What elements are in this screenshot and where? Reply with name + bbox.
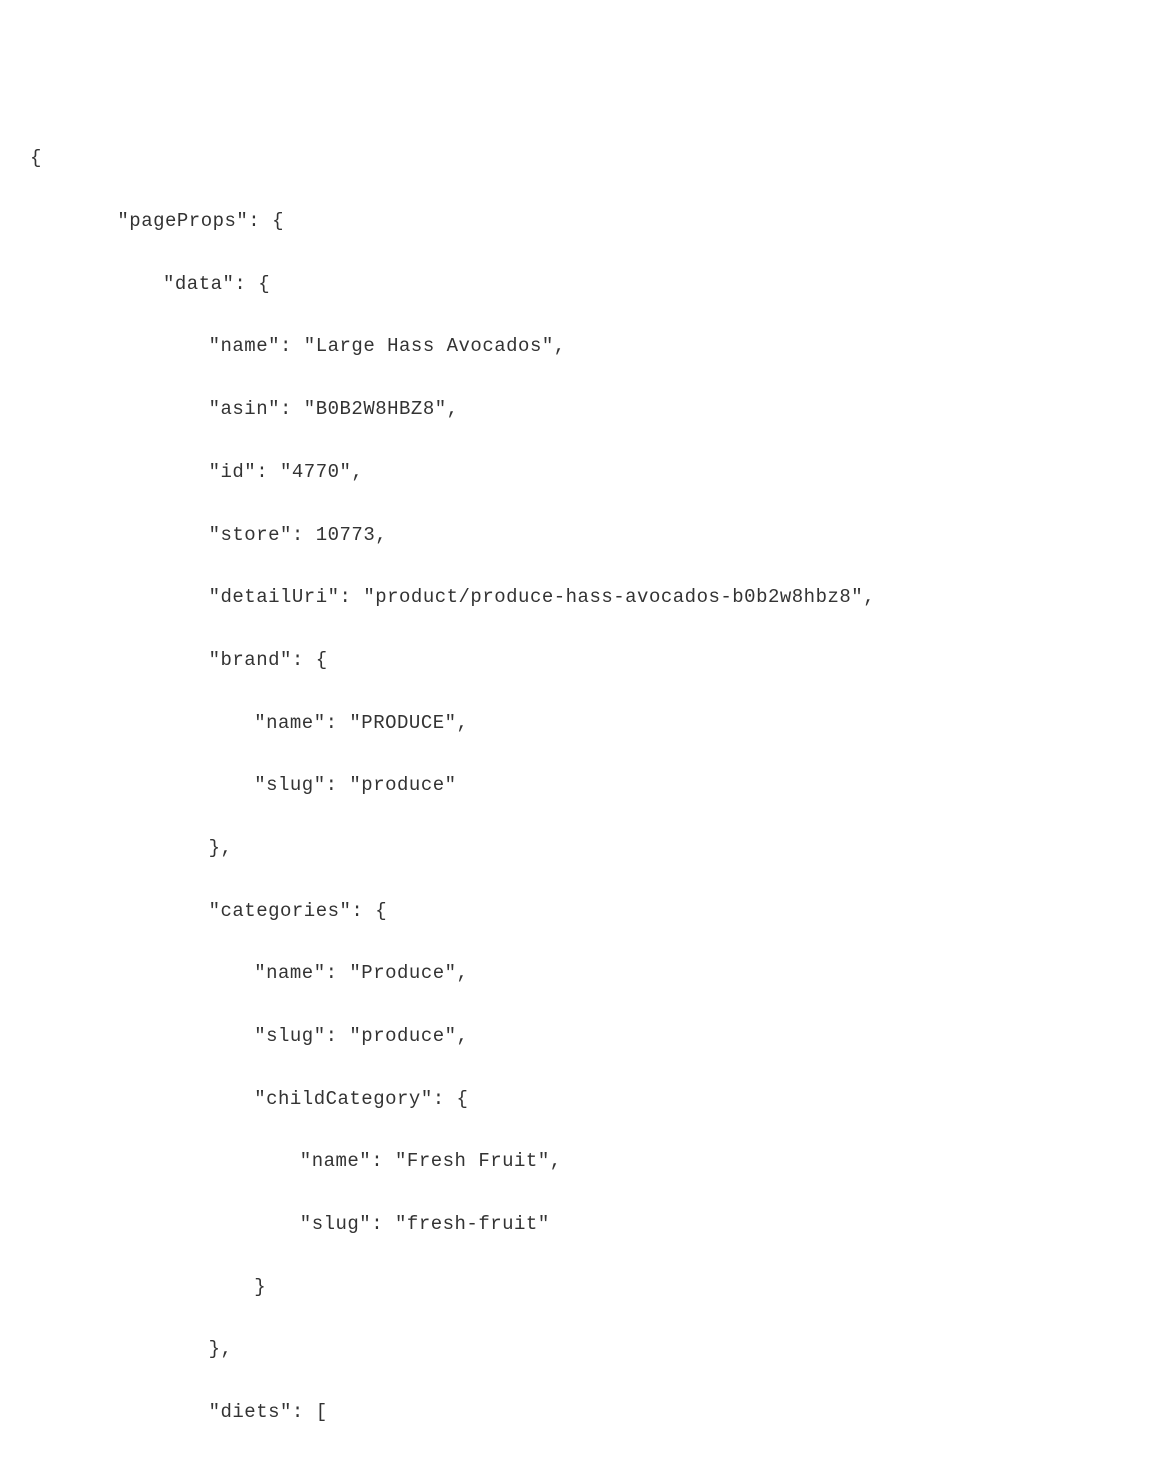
code-line: "store": 10773, bbox=[30, 520, 1140, 551]
code-line: "id": "4770", bbox=[30, 457, 1140, 488]
code-line: "name": "Produce", bbox=[30, 958, 1140, 989]
code-line: "childCategory": { bbox=[30, 1084, 1140, 1115]
code-line: "asin": "B0B2W8HBZ8", bbox=[30, 394, 1140, 425]
code-line: "slug": "produce" bbox=[30, 770, 1140, 801]
code-line: "name": "Fresh Fruit", bbox=[30, 1146, 1140, 1177]
code-line: "name": "PRODUCE", bbox=[30, 708, 1140, 739]
code-line: "pageProps": { bbox=[30, 206, 1140, 237]
code-line: "categories": { bbox=[30, 896, 1140, 927]
code-line: "diets": [ bbox=[30, 1397, 1140, 1428]
code-line: "slug": "fresh-fruit" bbox=[30, 1209, 1140, 1240]
code-line: "data": { bbox=[30, 269, 1140, 300]
code-line: { bbox=[30, 143, 1140, 174]
code-line: }, bbox=[30, 1334, 1140, 1365]
code-line: "detailUri": "product/produce-hass-avoca… bbox=[30, 582, 1140, 613]
code-line: } bbox=[30, 1272, 1140, 1303]
code-line: }, bbox=[30, 833, 1140, 864]
code-line: "brand": { bbox=[30, 645, 1140, 676]
code-line: "slug": "produce", bbox=[30, 1021, 1140, 1052]
code-line: "name": "Large Hass Avocados", bbox=[30, 331, 1140, 362]
